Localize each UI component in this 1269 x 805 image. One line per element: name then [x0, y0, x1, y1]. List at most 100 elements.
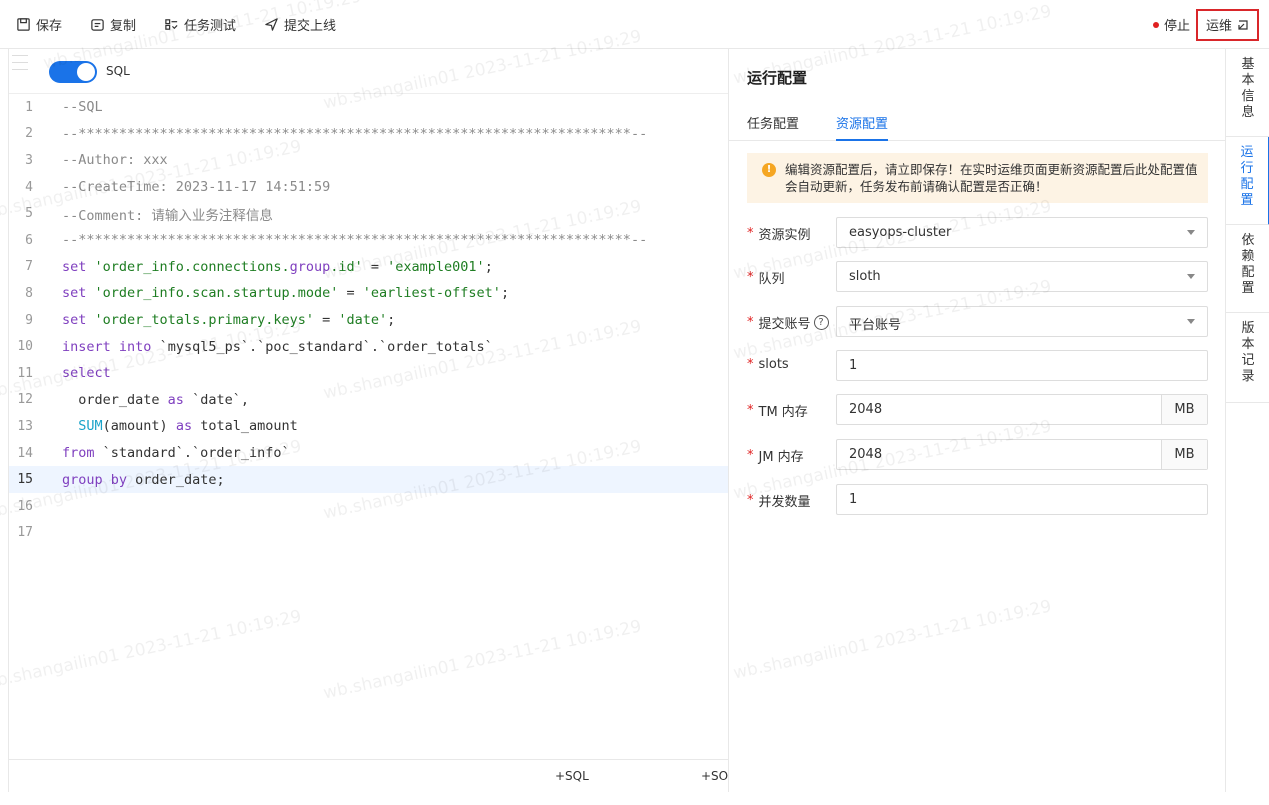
editor-header: SQL	[9, 49, 729, 94]
test-icon	[165, 18, 178, 30]
code-line[interactable]: 4 --CreateTime: 2023-11-17 14:51:59	[9, 174, 729, 201]
code-text: order_date as `date`,	[62, 391, 249, 408]
field-submit-account: * 提交账号? 平台账号	[747, 306, 1208, 337]
code-line[interactable]: 15 group by order_date;	[9, 466, 729, 493]
code-line[interactable]: 5 --Comment: 请输入业务注释信息	[9, 200, 729, 227]
slots-input[interactable]: 1	[836, 350, 1208, 381]
code-line[interactable]: 14 from `standard`.`order_info`	[9, 440, 729, 467]
code-line[interactable]: 6 --*************************************…	[9, 227, 729, 254]
task-test-label: 任务测试	[184, 18, 237, 34]
parallelism-input[interactable]: 1	[836, 484, 1208, 515]
code-line[interactable]: 13 SUM(amount) as total_amount	[9, 413, 729, 440]
code-text: set 'order_info.connections.group.id' = …	[62, 258, 493, 275]
line-number: 11	[17, 365, 33, 381]
jm-memory-input[interactable]: 2048 MB	[836, 439, 1208, 470]
queue-select[interactable]: sloth	[836, 261, 1208, 292]
resource-instance-select[interactable]: easyops-cluster	[836, 217, 1208, 248]
help-icon[interactable]: ?	[813, 315, 829, 330]
run-config-panel: 运行配置 任务配置 资源配置 ! 编辑资源配置后，请立即保存！在实时运维页面更新…	[728, 49, 1226, 792]
submit-online-label: 提交上线	[284, 18, 337, 34]
save-icon	[17, 17, 30, 31]
code-line[interactable]: 12 order_date as `date`,	[9, 387, 729, 414]
line-number: 15	[17, 472, 33, 488]
code-text: set 'order_totals.primary.keys' = 'date'…	[62, 312, 396, 329]
line-number: 3	[25, 152, 33, 168]
panel-title: 运行配置	[747, 69, 808, 87]
field-label: 资源实例	[758, 228, 811, 243]
field-slots: * slots 1	[747, 350, 1208, 381]
line-number: 7	[25, 259, 33, 275]
field-tm-memory: * TM 内存 2048 MB	[747, 394, 1208, 425]
code-line[interactable]: 7 set 'order_info.connections.group.id' =…	[9, 254, 729, 281]
line-number: 9	[25, 312, 33, 328]
copy-label: 复制	[110, 18, 137, 34]
code-line[interactable]: 2 --*************************************…	[9, 121, 729, 148]
code-line[interactable]: 16	[9, 493, 729, 520]
ops-label: 运维	[1205, 19, 1232, 34]
side-tab-run-config[interactable]: 运行配置	[1226, 137, 1269, 225]
add-sql-button[interactable]: +SQL	[555, 769, 589, 783]
copy-button[interactable]: 复制	[74, 0, 136, 49]
code-line[interactable]: 9 set 'order_totals.primary.keys' = 'date…	[9, 307, 729, 334]
send-icon	[265, 17, 278, 31]
sql-editor[interactable]: SQL 1 --SQL 2 --***************************…	[8, 49, 729, 792]
side-tabs: 基本信息 运行配置 依赖配置 版本记录	[1225, 49, 1269, 792]
code-text: --**************************************…	[62, 232, 648, 249]
line-number: 1	[25, 99, 33, 115]
external-link-icon	[1238, 19, 1248, 30]
line-number: 17	[17, 525, 33, 541]
stop-label: 停止	[1163, 19, 1190, 34]
tab-resource-config[interactable]: 资源配置	[836, 113, 888, 132]
tm-memory-input[interactable]: 2048 MB	[836, 394, 1208, 425]
warning-alert: ! 编辑资源配置后，请立即保存！在实时运维页面更新资源配置后此处配置值会自动更新…	[747, 153, 1208, 203]
code-text: SUM(amount) as total_amount	[78, 418, 298, 435]
line-number: 8	[25, 285, 33, 301]
code-line[interactable]: 8 set 'order_info.scan.startup.mode' = 'e…	[9, 280, 729, 307]
code-line[interactable]: 1 --SQL	[9, 94, 729, 121]
code-text: --CreateTime: 2023-11-17 14:51:59	[62, 179, 331, 196]
code-line[interactable]: 3 --Author: xxx	[9, 147, 729, 174]
code-line[interactable]: 11 select	[9, 360, 729, 387]
line-number: 13	[17, 418, 33, 434]
tab-task-config[interactable]: 任务配置	[747, 113, 799, 132]
field-jm-memory: * JM 内存 2048 MB	[747, 439, 1208, 470]
field-queue: * 队列 sloth	[747, 261, 1208, 292]
submit-online-button[interactable]: 提交上线	[248, 0, 336, 49]
code-text: --**************************************…	[62, 125, 648, 142]
code-text: insert into `mysql5_ps`.`poc_standard`.`…	[62, 338, 493, 355]
code-line[interactable]: 17	[9, 520, 729, 547]
code-text: from `standard`.`order_info`	[62, 445, 290, 462]
stop-status-dot	[1152, 21, 1159, 28]
save-label: 保存	[36, 18, 63, 34]
alert-text: 编辑资源配置后，请立即保存！在实时运维页面更新资源配置后此处配置值会自动更新，任…	[785, 162, 1198, 194]
sql-mode-toggle[interactable]	[49, 61, 97, 83]
unit-addon: MB	[1161, 395, 1207, 424]
field-label: 队列	[758, 272, 785, 287]
code-line[interactable]: 10 insert into `mysql5_ps`.`poc_standard`…	[9, 333, 729, 360]
task-test-button[interactable]: 任务测试	[148, 0, 236, 49]
editor-gutter-lines	[9, 49, 31, 94]
code-text: set 'order_info.scan.startup.mode' = 'ea…	[62, 285, 510, 302]
line-number: 6	[25, 232, 33, 248]
add-so-button[interactable]: +SO	[701, 769, 728, 783]
field-label: 并发数量	[758, 495, 811, 510]
line-number: 14	[17, 445, 33, 461]
side-tab-basic-info[interactable]: 基本信息	[1226, 49, 1269, 137]
stop-button[interactable]: 停止	[1152, 15, 1190, 34]
toolbar-right: 停止 运维	[1152, 0, 1259, 49]
line-number: 2	[25, 126, 33, 142]
side-tab-version-history[interactable]: 版本记录	[1226, 313, 1269, 403]
ops-button[interactable]: 运维	[1195, 8, 1259, 41]
unit-addon: MB	[1161, 440, 1207, 469]
save-button[interactable]: 保存	[0, 0, 62, 49]
line-number: 10	[17, 339, 33, 355]
code-area[interactable]: 1 --SQL 2 --*******************************…	[9, 94, 729, 759]
panel-tabs: 任务配置 资源配置	[729, 101, 1226, 141]
line-number: 16	[17, 498, 33, 514]
submit-account-select[interactable]: 平台账号	[836, 306, 1208, 337]
editor-footer: +SQL +SO	[9, 759, 729, 792]
code-text: --SQL	[62, 99, 103, 116]
toolbar: 保存 复制 任务测试 提交上线 停止 运维	[0, 0, 1269, 49]
chevron-down-icon	[1187, 230, 1195, 235]
side-tab-dependency-config[interactable]: 依赖配置	[1226, 225, 1269, 313]
